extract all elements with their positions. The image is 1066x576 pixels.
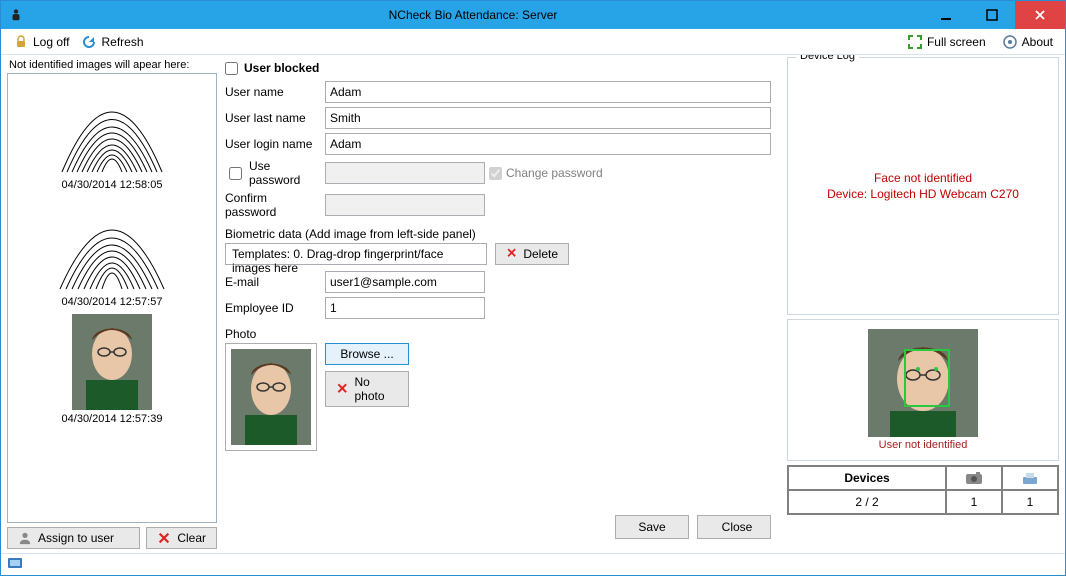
last-name-input[interactable] [325, 107, 771, 129]
assign-to-user-button[interactable]: Assign to user [7, 527, 140, 549]
detection-rectangle [904, 349, 950, 407]
device-log-title: Device Log [796, 55, 859, 62]
browse-button[interactable]: Browse ... [325, 343, 409, 365]
lock-icon [13, 34, 29, 50]
no-photo-button[interactable]: No photo [325, 371, 409, 407]
clear-label: Clear [177, 531, 206, 545]
use-password-checkbox[interactable] [229, 167, 242, 180]
photo-label: Photo [225, 327, 771, 341]
list-item-caption: 04/30/2014 12:57:39 [62, 409, 163, 425]
user-name-label: User name [225, 85, 321, 99]
confirm-password-input [325, 194, 485, 216]
list-item-caption: 04/30/2014 12:58:05 [62, 175, 163, 191]
close-window-button[interactable] [1015, 1, 1065, 29]
x-icon [157, 531, 171, 545]
face-thumbnail-icon [47, 314, 177, 409]
change-password-checkbox [489, 167, 502, 180]
scanner-icon [1002, 466, 1058, 490]
about-icon [1002, 34, 1018, 50]
refresh-icon [81, 34, 97, 50]
login-name-input[interactable] [325, 133, 771, 155]
login-name-label: User login name [225, 137, 321, 151]
camera-preview: User not identified [787, 319, 1059, 461]
status-icon [7, 556, 23, 573]
user-blocked-label: User blocked [244, 61, 319, 75]
fingerprint-icon [47, 197, 177, 292]
confirm-password-label: Confirm password [225, 191, 321, 219]
biometric-dropzone[interactable]: Templates: 0. Drag-drop fingerprint/face… [225, 243, 487, 265]
scanner-count: 1 [1002, 490, 1058, 514]
app-icon [9, 8, 23, 22]
log-line-2: Device: Logitech HD Webcam C270 [827, 186, 1019, 202]
x-icon [336, 382, 349, 396]
about-label: About [1022, 35, 1053, 49]
list-item-caption: 04/30/2014 12:57:57 [62, 292, 163, 308]
close-label: Close [722, 520, 753, 534]
change-password-label: Change password [506, 166, 603, 180]
email-input[interactable] [325, 271, 485, 293]
logoff-label: Log off [33, 35, 69, 49]
save-label: Save [638, 520, 665, 534]
toolbar: Log off Refresh Full screen About [1, 29, 1065, 55]
use-password-label: Use password [249, 159, 321, 187]
statusbar [1, 553, 1065, 575]
maximize-button[interactable] [969, 1, 1015, 29]
fullscreen-label: Full screen [927, 35, 986, 49]
assign-label: Assign to user [38, 531, 114, 545]
devices-header: Devices [788, 466, 946, 490]
save-button[interactable]: Save [615, 515, 689, 539]
delete-button[interactable]: Delete [495, 243, 569, 265]
minimize-button[interactable] [923, 1, 969, 29]
logoff-button[interactable]: Log off [9, 32, 73, 52]
photo-preview [225, 343, 317, 451]
list-item[interactable]: 04/30/2014 12:57:39 [42, 314, 182, 425]
devices-value: 2 / 2 [788, 490, 946, 514]
fingerprint-icon [47, 80, 177, 175]
user-name-input[interactable] [325, 81, 771, 103]
password-input [325, 162, 485, 184]
left-panel-header: Not identified images will apear here: [7, 57, 217, 73]
user-blocked-checkbox[interactable] [225, 62, 238, 75]
list-item[interactable]: 04/30/2014 12:58:05 [42, 80, 182, 191]
device-log-panel: Device Log Face not identified Device: L… [787, 57, 1059, 315]
no-photo-label: No photo [355, 375, 399, 403]
biometric-label: Biometric data (Add image from left-side… [225, 227, 771, 241]
device-stats: Devices 2 / 2 1 1 [787, 465, 1059, 515]
camera-count: 1 [946, 490, 1002, 514]
window-title: NCheck Bio Attendance: Server [23, 8, 923, 22]
employee-id-input[interactable] [325, 297, 485, 319]
titlebar: NCheck Bio Attendance: Server [1, 1, 1065, 29]
list-item[interactable]: 04/30/2014 12:57:57 [42, 197, 182, 308]
fullscreen-icon [907, 34, 923, 50]
employee-id-label: Employee ID [225, 301, 321, 315]
about-button[interactable]: About [998, 32, 1057, 52]
preview-status: User not identified [879, 439, 968, 451]
delete-label: Delete [523, 247, 558, 261]
email-label: E-mail [225, 275, 321, 289]
camera-icon [946, 466, 1002, 490]
fullscreen-button[interactable]: Full screen [903, 32, 990, 52]
user-icon [18, 531, 32, 545]
refresh-button[interactable]: Refresh [77, 32, 147, 52]
unidentified-list[interactable]: 04/30/2014 12:58:05 04/30/2014 12:57:57 [7, 73, 217, 523]
clear-button[interactable]: Clear [146, 527, 217, 549]
last-name-label: User last name [225, 111, 321, 125]
log-line-1: Face not identified [827, 170, 1019, 186]
x-icon [506, 247, 517, 261]
refresh-label: Refresh [101, 35, 143, 49]
browse-label: Browse ... [340, 347, 393, 361]
close-button[interactable]: Close [697, 515, 771, 539]
